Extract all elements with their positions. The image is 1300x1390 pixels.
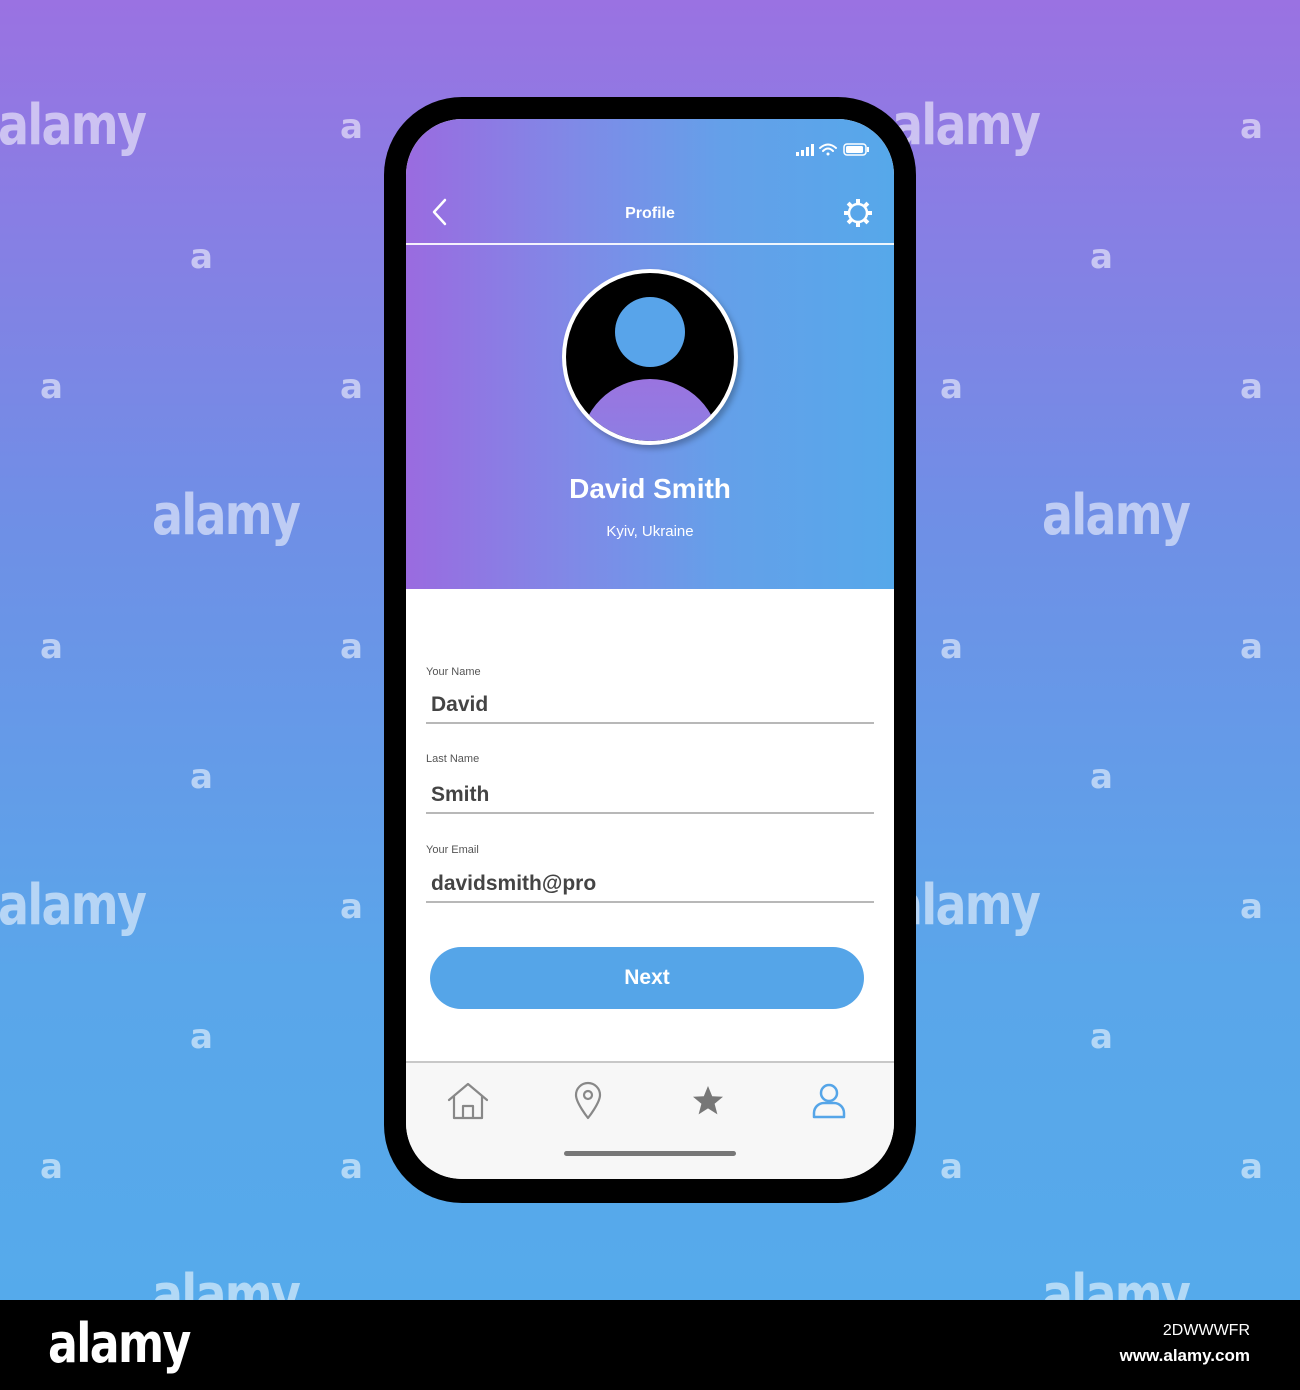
watermark: a	[190, 237, 213, 277]
watermark: alamy	[1042, 483, 1191, 548]
phone-screen: Profile David Smith Kyiv, Ukraine Your N…	[406, 119, 894, 1179]
watermark: a	[1240, 367, 1263, 407]
watermark: a	[340, 887, 363, 927]
profile-name: David Smith	[569, 473, 731, 504]
gear-icon	[844, 199, 872, 227]
watermark: alamy	[0, 93, 147, 158]
next-button[interactable]: Next	[430, 947, 864, 1009]
user-icon	[812, 1083, 846, 1119]
watermark: a	[340, 1147, 363, 1187]
watermark: a	[40, 1147, 63, 1187]
watermark: a	[190, 1017, 213, 1057]
last-name-underline	[426, 812, 874, 814]
watermark: alamy	[892, 93, 1041, 158]
alamy-logo: alamy	[48, 1312, 191, 1375]
home-indicator	[564, 1151, 736, 1156]
email-underline	[426, 901, 874, 903]
watermark: a	[340, 367, 363, 407]
email-label: Your Email	[426, 844, 479, 856]
page-title: Profile	[625, 205, 675, 222]
last-name-label: Last Name	[426, 753, 480, 765]
last-name-field[interactable]: Smith	[431, 783, 489, 807]
first-name-underline	[426, 722, 874, 724]
watermark: a	[1090, 1017, 1113, 1057]
home-icon	[447, 1082, 489, 1120]
bottom-nav	[406, 1061, 894, 1179]
watermark: a	[940, 627, 963, 667]
avatar[interactable]	[562, 269, 738, 445]
signal-icon	[796, 144, 814, 156]
nav-profile[interactable]	[806, 1081, 852, 1121]
header-divider	[406, 243, 894, 245]
watermark: a	[940, 1147, 963, 1187]
nav-favorites[interactable]	[685, 1081, 731, 1121]
image-id: 2DWWWFR	[1162, 1322, 1250, 1339]
watermark: a	[1240, 627, 1263, 667]
nav-location[interactable]	[565, 1081, 611, 1121]
wifi-icon	[819, 143, 837, 156]
watermark: a	[1240, 887, 1263, 927]
star-icon	[693, 1086, 723, 1115]
watermark: a	[40, 627, 63, 667]
settings-button[interactable]	[842, 197, 874, 229]
first-name-label: Your Name	[426, 666, 481, 678]
watermark: alamy	[1042, 1263, 1191, 1301]
watermark: alamy	[152, 483, 301, 548]
watermark: alamy	[0, 873, 147, 938]
watermark: a	[1090, 757, 1113, 797]
user-silhouette-icon	[566, 273, 734, 441]
email-field[interactable]: davidsmith@pro	[431, 872, 596, 896]
watermark: a	[340, 627, 363, 667]
watermark: a	[1240, 107, 1263, 147]
watermark: a	[1240, 1147, 1263, 1187]
location-pin-icon	[574, 1081, 602, 1120]
profile-header: Profile David Smith Kyiv, Ukraine	[406, 119, 894, 589]
first-name-field[interactable]: David	[431, 693, 488, 717]
avatar-head	[615, 297, 685, 367]
watermark: a	[40, 367, 63, 407]
site-url: www.alamy.com	[1119, 1346, 1250, 1365]
watermark: a	[940, 367, 963, 407]
watermark: alamy	[152, 1263, 301, 1301]
battery-icon	[843, 143, 869, 156]
footer-bar: alamy 2DWWWFR www.alamy.com	[0, 1300, 1300, 1390]
status-bar	[794, 141, 874, 159]
nav-home[interactable]	[445, 1081, 491, 1121]
watermark: a	[1090, 237, 1113, 277]
watermark: a	[190, 757, 213, 797]
avatar-body	[580, 379, 720, 441]
profile-location: Kyiv, Ukraine	[606, 523, 694, 540]
watermark: a	[340, 107, 363, 147]
